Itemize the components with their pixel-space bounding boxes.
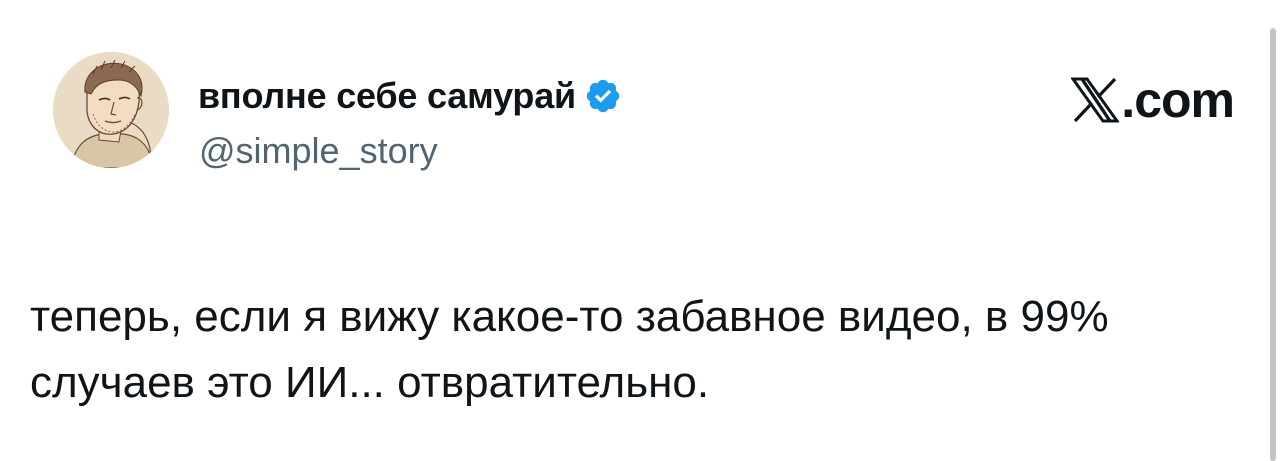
avatar-portrait-icon (53, 52, 169, 168)
author-display-name[interactable]: вполне себе самурай (198, 75, 576, 117)
brand-logo: .com (1070, 70, 1235, 130)
brand-suffix: .com (1121, 72, 1235, 128)
x-logo-icon (1070, 77, 1121, 123)
verified-badge-icon (584, 77, 622, 115)
author-handle[interactable]: @simple_story (199, 130, 438, 172)
author-name-row: вполне себе самурай (198, 74, 622, 118)
tweet-card: вполне себе самурай @simple_story .com т… (0, 0, 1284, 461)
tweet-text: теперь, если я вижу какое-то забавное ви… (30, 292, 1109, 407)
scrollbar[interactable] (1270, 28, 1276, 461)
avatar[interactable] (53, 52, 169, 168)
